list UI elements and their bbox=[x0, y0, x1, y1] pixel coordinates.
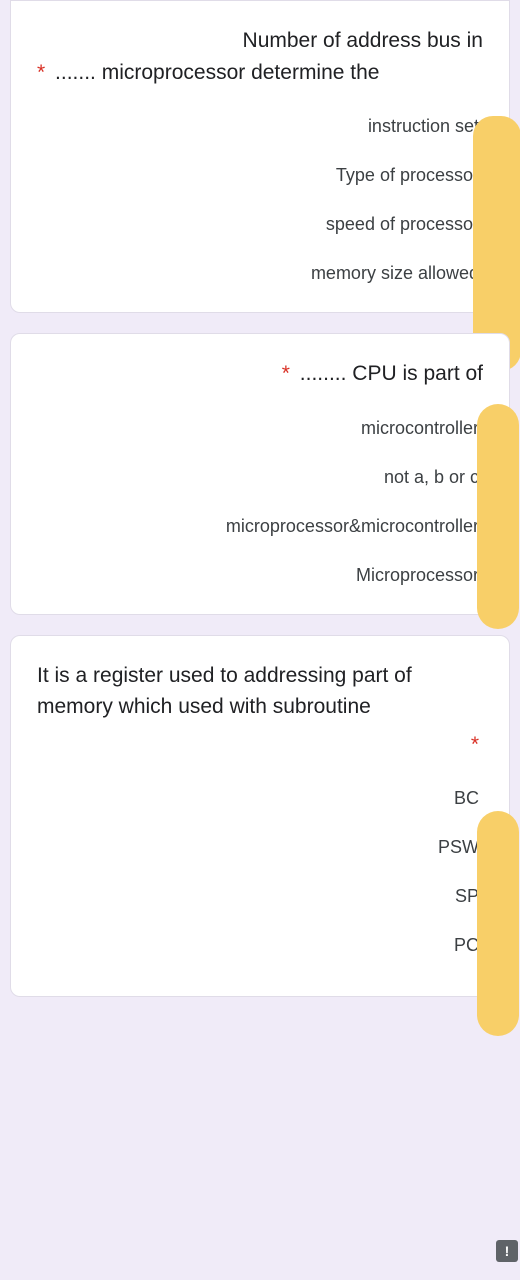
option-item[interactable]: instruction set bbox=[368, 116, 483, 137]
alert-label: ! bbox=[505, 1243, 510, 1259]
question-line: * ....... microprocessor determine the bbox=[37, 57, 483, 89]
question-text-3: It is a register used to addressing part… bbox=[37, 660, 483, 761]
option-item[interactable]: microcontroller bbox=[361, 418, 483, 439]
option-item[interactable]: Microprocessor bbox=[356, 565, 483, 586]
option-item[interactable]: not a, b or c bbox=[384, 467, 483, 488]
option-item[interactable]: memory size allowed bbox=[311, 263, 483, 284]
required-mark: * bbox=[471, 733, 479, 756]
option-item[interactable]: Type of processor bbox=[336, 165, 483, 186]
options-list-1: instruction set Type of processor speed … bbox=[37, 116, 483, 284]
question-part: ....... microprocessor determine the bbox=[55, 61, 379, 84]
required-mark: * bbox=[37, 61, 45, 84]
options-list-2: microcontroller not a, b or c microproce… bbox=[37, 418, 483, 586]
option-item[interactable]: speed of processor bbox=[326, 214, 483, 235]
question-text-1: Number of address bus in * ....... micro… bbox=[37, 25, 483, 88]
alert-icon[interactable]: ! bbox=[496, 1240, 518, 1262]
question-text-2: * ........ CPU is part of bbox=[37, 358, 483, 390]
question-part: It is a register used to addressing part… bbox=[37, 664, 412, 719]
option-item[interactable]: BC bbox=[454, 788, 483, 809]
question-part: Number of address bus in bbox=[243, 29, 483, 52]
question-line: Number of address bus in bbox=[37, 25, 483, 57]
highlight-marker bbox=[477, 404, 519, 629]
question-part: ........ CPU is part of bbox=[300, 362, 483, 385]
highlight-marker bbox=[477, 811, 519, 1036]
required-mark: * bbox=[282, 362, 290, 385]
question-card-3: It is a register used to addressing part… bbox=[10, 635, 510, 998]
options-list-3: BC PSW SP PC bbox=[37, 788, 483, 956]
question-card-1: Number of address bus in * ....... micro… bbox=[10, 0, 510, 313]
option-item[interactable]: microprocessor&microcontroller bbox=[226, 516, 483, 537]
question-card-2: * ........ CPU is part of microcontrolle… bbox=[10, 333, 510, 615]
